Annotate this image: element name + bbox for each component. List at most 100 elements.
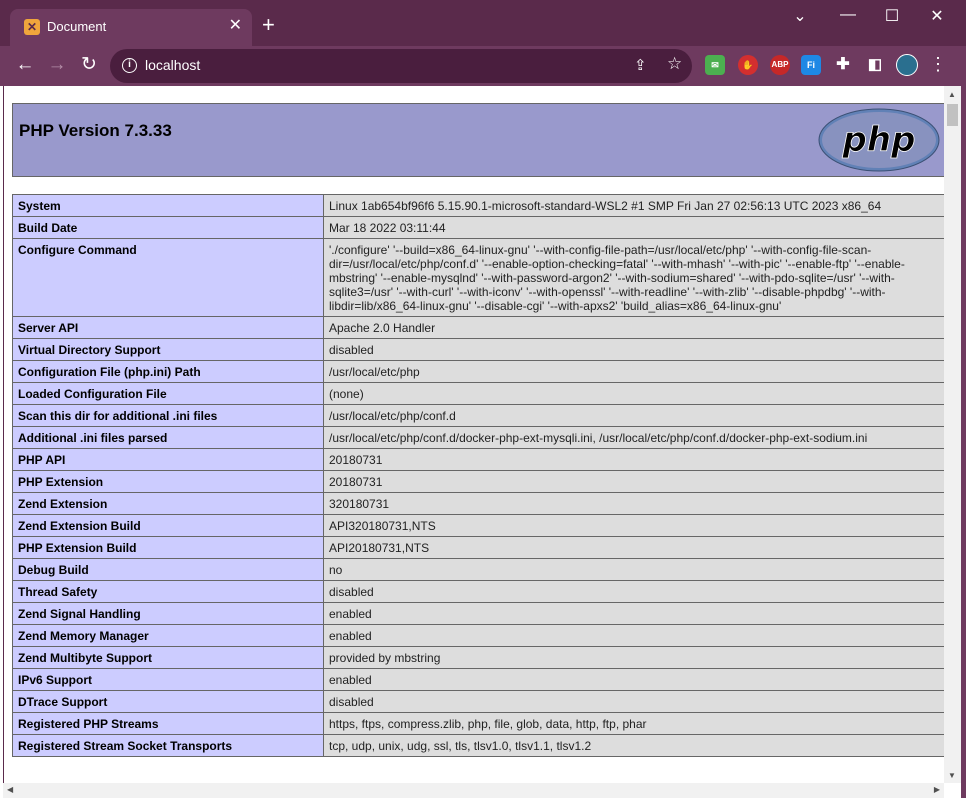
browser-tab[interactable]: ✕ Document ✕ xyxy=(10,9,252,46)
table-row: Build Date Mar 18 2022 03:11:44 xyxy=(12,216,944,239)
window-border xyxy=(961,86,966,798)
extension-hand-icon[interactable]: ✋ xyxy=(738,55,758,75)
table-row: PHP API 20180731 xyxy=(12,448,944,471)
row-label: Zend Extension xyxy=(12,492,324,515)
address-bar[interactable]: i localhost ⇪ ☆ xyxy=(110,49,692,83)
browser-toolbar: ← → ↻ i localhost ⇪ ☆ ✉ ✋ ABP Fi ✚ ◧ ⋮ xyxy=(0,46,966,86)
row-value: /usr/local/etc/php/conf.d/docker-php-ext… xyxy=(323,426,944,449)
adblock-plus-icon[interactable]: ABP xyxy=(770,55,790,75)
tab-close-icon[interactable]: ✕ xyxy=(229,17,242,35)
table-row: Zend Signal Handling enabled xyxy=(12,602,944,625)
row-label: Configuration File (php.ini) Path xyxy=(12,360,324,383)
site-info-icon[interactable]: i xyxy=(122,58,137,73)
row-label: Configure Command xyxy=(12,238,324,317)
row-label: PHP API xyxy=(12,448,324,471)
vertical-scroll-thumb[interactable] xyxy=(947,104,958,126)
row-label: Zend Memory Manager xyxy=(12,624,324,647)
table-row: Loaded Configuration File (none) xyxy=(12,382,944,405)
table-row: Configuration File (php.ini) Path/usr/lo… xyxy=(12,360,944,383)
table-row: Thread Safety disabled xyxy=(12,580,944,603)
browser-titlebar: ✕ Document ✕ + ⌄ — ☐ ✕ xyxy=(0,0,966,46)
row-value: 20180731 xyxy=(323,470,944,493)
table-row: PHP Extension 20180731 xyxy=(12,470,944,493)
row-label: DTrace Support xyxy=(12,690,324,713)
row-label: Additional .ini files parsed xyxy=(12,426,324,449)
row-label: Build Date xyxy=(12,216,324,239)
page-title: PHP Version 7.3.33 xyxy=(19,121,172,140)
row-value: https, ftps, compress.zlib, php, file, g… xyxy=(323,712,944,735)
row-value: (none) xyxy=(323,382,944,405)
window-close-icon[interactable]: ✕ xyxy=(925,6,949,26)
browser-menu-icon[interactable]: ⋮ xyxy=(929,52,947,76)
window-bottom xyxy=(0,798,966,806)
row-label: Debug Build xyxy=(12,558,324,581)
profile-avatar[interactable] xyxy=(896,54,918,76)
table-row: Registered PHP Streams https, ftps, compr… xyxy=(12,712,944,735)
row-value: 20180731 xyxy=(323,448,944,471)
side-panel-icon[interactable]: ◧ xyxy=(865,55,885,75)
row-value: disabled xyxy=(323,338,944,361)
row-label: Zend Multibyte Support xyxy=(12,646,324,669)
minimize-icon[interactable]: — xyxy=(836,6,860,24)
php-logo-icon[interactable]: php xyxy=(818,108,940,172)
vertical-scrollbar[interactable]: ▲ ▼ xyxy=(944,86,961,783)
row-label: IPv6 Support xyxy=(12,668,324,691)
table-row: Scan this dir for additional .ini files /… xyxy=(12,404,944,427)
reload-icon[interactable]: ↻ xyxy=(77,53,101,77)
table-row: Server API Apache 2.0 Handler xyxy=(12,316,944,339)
extension-fi-icon[interactable]: Fi xyxy=(801,55,821,75)
row-value: API320180731,NTS xyxy=(323,514,944,537)
row-value: Mar 18 2022 03:11:44 xyxy=(323,216,944,239)
table-row: PHP Extension Build API20180731,NTS xyxy=(12,536,944,559)
extension-mail-icon[interactable]: ✉ xyxy=(705,55,725,75)
maximize-icon[interactable]: ☐ xyxy=(880,6,904,26)
table-row: Debug Build no xyxy=(12,558,944,581)
row-value: API20180731,NTS xyxy=(323,536,944,559)
row-value: './configure' '--build=x86_64-linux-gnu'… xyxy=(323,238,944,317)
row-label: Registered PHP Streams xyxy=(12,712,324,735)
row-value: enabled xyxy=(323,624,944,647)
tab-search-chevron-icon[interactable]: ⌄ xyxy=(788,6,812,26)
row-label: Virtual Directory Support xyxy=(12,338,324,361)
table-row: DTrace Support disabled xyxy=(12,690,944,713)
table-row: System Linux 1ab654bf96f6 5.15.90.1-micro… xyxy=(12,194,944,217)
php-info-table: System Linux 1ab654bf96f6 5.15.90.1-micro… xyxy=(12,194,944,757)
row-value: tcp, udp, unix, udg, ssl, tls, tlsv1.0, … xyxy=(323,734,944,757)
xampp-icon: ✕ xyxy=(24,19,40,35)
scroll-right-arrow-icon[interactable]: ▶ xyxy=(934,785,940,794)
php-header: PHP Version 7.3.33 php xyxy=(12,103,944,177)
row-value: enabled xyxy=(323,602,944,625)
table-row: Zend Extension Build API320180731,NTS xyxy=(12,514,944,537)
table-row: Zend Extension 320180731 xyxy=(12,492,944,515)
forward-arrow-icon[interactable]: → xyxy=(45,53,69,77)
page-viewport: PHP Version 7.3.33 php System Linux 1ab65… xyxy=(3,86,944,783)
bookmark-star-icon[interactable]: ☆ xyxy=(667,54,682,74)
row-label: Zend Extension Build xyxy=(12,514,324,537)
table-row: Zend Memory Manager enabled xyxy=(12,624,944,647)
row-label: Zend Signal Handling xyxy=(12,602,324,625)
row-value: no xyxy=(323,558,944,581)
horizontal-scrollbar[interactable]: ◀ ▶ xyxy=(3,783,944,798)
table-row: Additional .ini files parsed/usr/local/e… xyxy=(12,426,944,449)
scroll-left-arrow-icon[interactable]: ◀ xyxy=(7,785,13,794)
row-label: Registered Stream Socket Transports xyxy=(12,734,324,757)
row-label: PHP Extension xyxy=(12,470,324,493)
row-value: /usr/local/etc/php/conf.d xyxy=(323,404,944,427)
new-tab-icon[interactable]: + xyxy=(262,14,275,36)
share-icon[interactable]: ⇪ xyxy=(634,56,647,74)
row-value: enabled xyxy=(323,668,944,691)
table-row: Configure Command './configure' '--build=… xyxy=(12,238,944,317)
table-row: Zend Multibyte Support provided by mbstri… xyxy=(12,646,944,669)
scroll-down-arrow-icon[interactable]: ▼ xyxy=(948,771,956,780)
back-arrow-icon[interactable]: ← xyxy=(13,53,37,77)
row-value: provided by mbstring xyxy=(323,646,944,669)
extensions-puzzle-icon[interactable]: ✚ xyxy=(833,55,853,75)
scroll-up-arrow-icon[interactable]: ▲ xyxy=(948,90,956,99)
php-logo-text: php xyxy=(842,120,916,160)
row-label: Server API xyxy=(12,316,324,339)
row-value: 320180731 xyxy=(323,492,944,515)
row-value: Apache 2.0 Handler xyxy=(323,316,944,339)
table-row: Virtual Directory Support disabled xyxy=(12,338,944,361)
url-text[interactable]: localhost xyxy=(145,57,200,73)
table-row: Registered Stream Socket Transports tcp, … xyxy=(12,734,944,757)
